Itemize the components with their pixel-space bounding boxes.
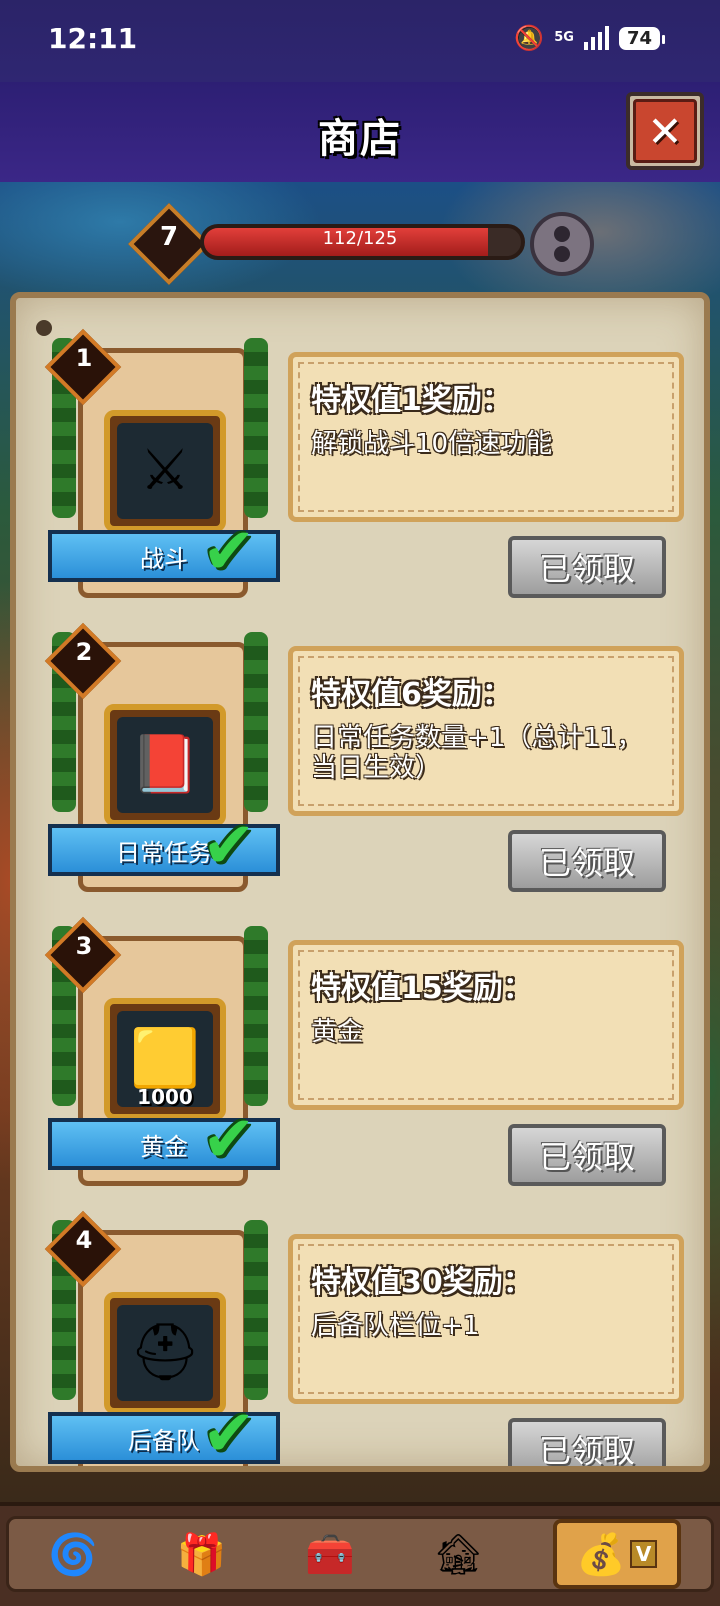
reward-index: 1 (75, 344, 93, 372)
nav-gift-icon[interactable]: 🎁 (168, 1522, 236, 1586)
close-icon: ✕ (633, 99, 697, 163)
reward-list-panel[interactable]: ⚔ 1 战斗 ✔ 特权值1奖励： 解锁战斗10倍速功能 已领取 📕 2 日常任务 (10, 292, 710, 1472)
claimed-check-icon: ✔ (202, 1103, 256, 1177)
reward-title: 特权值6奖励： (311, 677, 512, 712)
reward-description: 日常任务数量+1（总计11，当日生效） (311, 723, 643, 783)
crossed-swords-icon: ⚔ (117, 423, 213, 519)
reward-icon-frame: ⚔ (104, 410, 226, 532)
reward-icon-frame: 📕 (104, 704, 226, 826)
claimed-button[interactable]: 已领取 (508, 536, 666, 598)
nav-gold-bag-icon[interactable]: 💰 V (552, 1519, 681, 1589)
reward-description: 黄金 (311, 1017, 364, 1047)
close-button[interactable]: ✕ (626, 92, 704, 170)
reward-name: 后备队 (128, 1426, 200, 1455)
claimed-button[interactable]: 已领取 (508, 830, 666, 892)
reward-row: ⛑ 4 后备队 ✔ 特权值30奖励： 后备队栏位+1 已领取 (16, 1180, 704, 1471)
reward-row: 🟨 1000 3 黄金 ✔ 特权值15奖励： 黄金 已领取 (16, 886, 704, 1186)
vine-decoration (244, 1220, 268, 1400)
reward-row: ⚔ 1 战斗 ✔ 特权值1奖励： 解锁战斗10倍速功能 已领取 (16, 298, 704, 598)
claimed-check-icon: ✔ (202, 1397, 256, 1471)
vine-decoration (244, 926, 268, 1106)
page-title: 商店 (318, 116, 402, 162)
bottom-nav: 🌀 🎁 🧰 🏚 💰 V (0, 1502, 720, 1606)
nav-chest-icon[interactable]: 🧰 (296, 1522, 364, 1586)
vine-decoration (244, 338, 268, 518)
reward-title: 特权值30奖励： (311, 1265, 533, 1300)
nav-vip-badge: V (629, 1540, 658, 1568)
reward-title: 特权值1奖励： (311, 383, 512, 418)
signal-icon (583, 26, 609, 50)
vine-decoration (244, 632, 268, 812)
gold-bar-icon: 🟨 1000 (117, 1011, 213, 1109)
helmet-icon: ⛑ (117, 1305, 213, 1401)
reward-quantity: 1000 (137, 1085, 193, 1109)
reward-name: 黄金 (140, 1132, 188, 1161)
reward-description-box: 特权值1奖励： 解锁战斗10倍速功能 (288, 352, 684, 522)
nav-card-icon[interactable]: 🌀 (39, 1522, 107, 1586)
reward-title: 特权值15奖励： (311, 971, 533, 1006)
network-type: 5G (554, 30, 574, 45)
level-number: 7 (159, 222, 179, 252)
nav-strip: 🌀 🎁 🧰 🏚 💰 V (6, 1516, 714, 1592)
claimed-check-icon: ✔ (202, 809, 256, 883)
claimed-check-icon: ✔ (202, 515, 256, 589)
xp-progress-text: 112/125 (322, 228, 398, 249)
header: 商店 ✕ (0, 82, 720, 186)
reward-icon-frame: 🟨 1000 (104, 998, 226, 1120)
reward-row: 📕 2 日常任务 ✔ 特权值6奖励： 日常任务数量+1（总计11，当日生效） 已… (16, 592, 704, 892)
status-time: 12:11 (48, 22, 138, 55)
reward-description-box: 特权值6奖励： 日常任务数量+1（总计11，当日生效） (288, 646, 684, 816)
book-icon: 📕 (117, 717, 213, 813)
reward-index: 3 (75, 932, 93, 960)
status-icons: 🔕 5G 74 (514, 24, 666, 52)
reward-name: 日常任务 (116, 838, 212, 867)
reward-description: 后备队栏位+1 (311, 1311, 480, 1341)
reward-index: 4 (75, 1226, 93, 1254)
reward-description-box: 特权值15奖励： 黄金 (288, 940, 684, 1110)
battery-icon: 74 (618, 26, 666, 50)
reward-description-box: 特权值30奖励： 后备队栏位+1 (288, 1234, 684, 1404)
reward-index: 2 (75, 638, 93, 666)
status-bar: 12:11 🔕 5G 74 (0, 0, 720, 82)
claimed-button[interactable]: 已领取 (508, 1418, 666, 1466)
claimed-button[interactable]: 已领取 (508, 1124, 666, 1186)
bell-muted-icon: 🔕 (514, 24, 545, 52)
reward-name: 战斗 (140, 544, 188, 573)
reward-description: 解锁战斗10倍速功能 (311, 429, 553, 459)
nav-hall-icon[interactable]: 🏚 (424, 1522, 492, 1586)
currency-coin-icon[interactable] (530, 212, 594, 276)
reward-icon-frame: ⛑ (104, 1292, 226, 1414)
